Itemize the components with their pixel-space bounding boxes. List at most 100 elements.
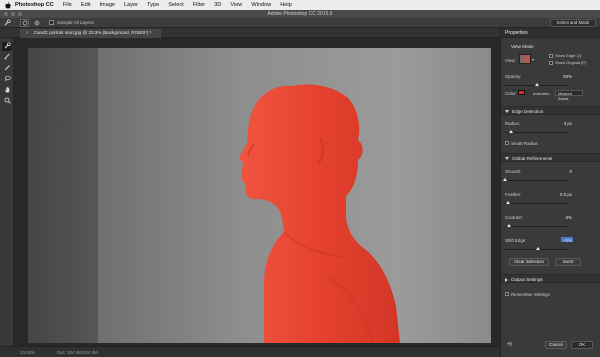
opacity-slider-handle[interactable] — [535, 83, 539, 86]
edge-detection-heading: Edge Detection — [512, 109, 544, 114]
smooth-slider[interactable] — [503, 178, 569, 181]
radius-value[interactable]: 3 px — [564, 121, 572, 126]
smooth-slider-handle[interactable] — [503, 178, 507, 181]
radius-label: Radius: — [505, 121, 520, 126]
overlay-color-swatch[interactable] — [518, 90, 525, 95]
remember-settings-checkbox[interactable] — [505, 292, 509, 296]
document-size: Doc: 104.4M/104.4M — [56, 349, 98, 355]
show-edge-checkbox[interactable] — [549, 54, 553, 58]
menu-select[interactable]: Select — [168, 2, 184, 8]
menu-3d[interactable]: 3D — [214, 2, 221, 8]
document-canvas[interactable] — [14, 38, 500, 346]
show-edge-label: Show Edge (J) — [555, 53, 582, 58]
menu-filter[interactable]: Filter — [193, 2, 205, 8]
brush-icon — [4, 64, 11, 73]
feather-slider-handle[interactable] — [506, 201, 511, 204]
edge-detection-section[interactable]: Edge Detection — [501, 106, 600, 115]
zoom-tool[interactable] — [2, 97, 12, 106]
menu-image[interactable]: Image — [100, 2, 116, 8]
opacity-label: Opacity: — [505, 74, 522, 79]
properties-panel-title: Properties — [501, 28, 600, 38]
ok-button[interactable]: OK — [571, 341, 593, 349]
zoom-level[interactable]: 33.33% — [20, 350, 35, 355]
sample-all-layers-label: Sample All Layers — [57, 20, 94, 25]
window-title-bar: Adobe Photoshop CC 2015.5 — [0, 10, 600, 18]
show-original-checkbox[interactable] — [549, 61, 553, 65]
lasso-tool[interactable] — [2, 75, 12, 84]
remember-settings-label: Remember Settings — [511, 292, 550, 297]
view-mode-dropdown-icon[interactable]: ▾ — [532, 57, 534, 62]
feather-value[interactable]: 0.5 px — [560, 192, 572, 197]
menu-layer[interactable]: Layer — [124, 2, 138, 8]
global-refinements-section[interactable]: Global Refinements — [501, 153, 600, 162]
window-title: Adobe Photoshop CC 2015.5 — [267, 11, 333, 17]
shift-edge-slider[interactable] — [505, 247, 569, 250]
brush-mode-add-icon[interactable] — [32, 19, 41, 27]
photoshop-window: Photoshop CC File Edit Image Layer Type … — [0, 0, 600, 357]
sample-all-layers-checkbox[interactable] — [49, 20, 54, 25]
view-label: View: — [505, 58, 516, 63]
select-and-mask-button[interactable]: Select and Mask — [549, 19, 596, 27]
indicates-label: Indicates: — [533, 91, 551, 96]
global-refinements-heading: Global Refinements — [512, 156, 553, 161]
opacity-slider[interactable] — [505, 83, 569, 86]
contrast-slider-handle[interactable] — [506, 224, 511, 227]
options-bar: Sample All Layers Select and Mask — [0, 18, 600, 28]
refine-edge-brush-icon — [4, 53, 11, 62]
contrast-value[interactable]: 5% — [566, 215, 572, 220]
apple-icon[interactable] — [4, 1, 12, 9]
portrait-image — [28, 48, 491, 343]
contrast-label: Contrast: — [505, 215, 523, 220]
reset-icon[interactable]: ⟲ — [507, 341, 512, 348]
smooth-label: Smooth: — [505, 169, 522, 174]
menu-edit[interactable]: Edit — [81, 2, 91, 8]
disclosure-triangle-icon — [505, 110, 509, 114]
view-mode-thumbnail[interactable] — [519, 54, 531, 64]
quick-selection-icon — [4, 42, 11, 51]
zoom-icon — [4, 97, 11, 106]
quick-selection-tool[interactable] — [2, 42, 12, 51]
close-tab-icon[interactable]: × — [26, 30, 29, 35]
disclosure-triangle-icon — [505, 157, 509, 161]
portrait-photo[interactable] — [28, 48, 491, 343]
clear-selection-button[interactable]: Clear Selection — [509, 258, 549, 266]
disclosure-triangle-icon — [505, 277, 508, 282]
menu-file[interactable]: File — [63, 2, 72, 8]
show-original-label: Show Original (P) — [555, 60, 587, 65]
hand-tool[interactable] — [2, 86, 12, 95]
opacity-value[interactable]: 50% — [563, 74, 572, 79]
menu-help[interactable]: Help — [280, 2, 292, 8]
hand-icon — [4, 86, 11, 95]
shift-edge-slider-handle[interactable] — [536, 247, 541, 250]
status-bar: 33.33% Doc: 104.4M/104.4M — [0, 346, 500, 357]
brush-mode-new-icon[interactable] — [20, 18, 29, 27]
menu-bar: Photoshop CC File Edit Image Layer Type … — [0, 0, 600, 10]
refine-edge-brush-tool[interactable] — [2, 53, 12, 62]
menu-window[interactable]: Window — [251, 2, 271, 8]
feather-label: Feather: — [505, 192, 522, 197]
view-mode-heading: View Mode — [511, 44, 534, 49]
quick-selection-tool-icon[interactable] — [3, 19, 12, 27]
document-tab-label: CandC portrait start.jpg @ 33.3% (Backgr… — [33, 30, 152, 35]
shift-edge-label: Shift Edge: — [505, 238, 527, 243]
cancel-button[interactable]: Cancel — [545, 341, 567, 349]
radius-slider-handle[interactable] — [509, 130, 514, 133]
menu-type[interactable]: Type — [147, 2, 159, 8]
contrast-slider[interactable] — [505, 224, 569, 227]
indicates-select[interactable]: Masked Areas — [555, 90, 583, 101]
brush-tool[interactable] — [2, 64, 12, 73]
color-label: Color: — [505, 91, 517, 96]
menu-app-name[interactable]: Photoshop CC — [15, 2, 54, 8]
menu-view[interactable]: View — [230, 2, 242, 8]
document-tab-bar: × CandC portrait start.jpg @ 33.3% (Backg… — [0, 28, 500, 38]
smooth-value[interactable]: 0 — [570, 169, 572, 174]
document-tab[interactable]: × CandC portrait start.jpg @ 33.3% (Backg… — [20, 29, 162, 38]
output-settings-heading: Output Settings — [511, 277, 543, 282]
radius-slider[interactable] — [505, 130, 569, 133]
output-settings-section[interactable]: Output Settings — [501, 274, 600, 283]
invert-button[interactable]: Invert — [555, 258, 581, 266]
feather-slider[interactable] — [505, 201, 569, 204]
shift-edge-value[interactable]: +2% — [563, 238, 572, 243]
smart-radius-checkbox[interactable] — [505, 141, 509, 145]
smart-radius-label: Smart Radius — [511, 141, 538, 146]
